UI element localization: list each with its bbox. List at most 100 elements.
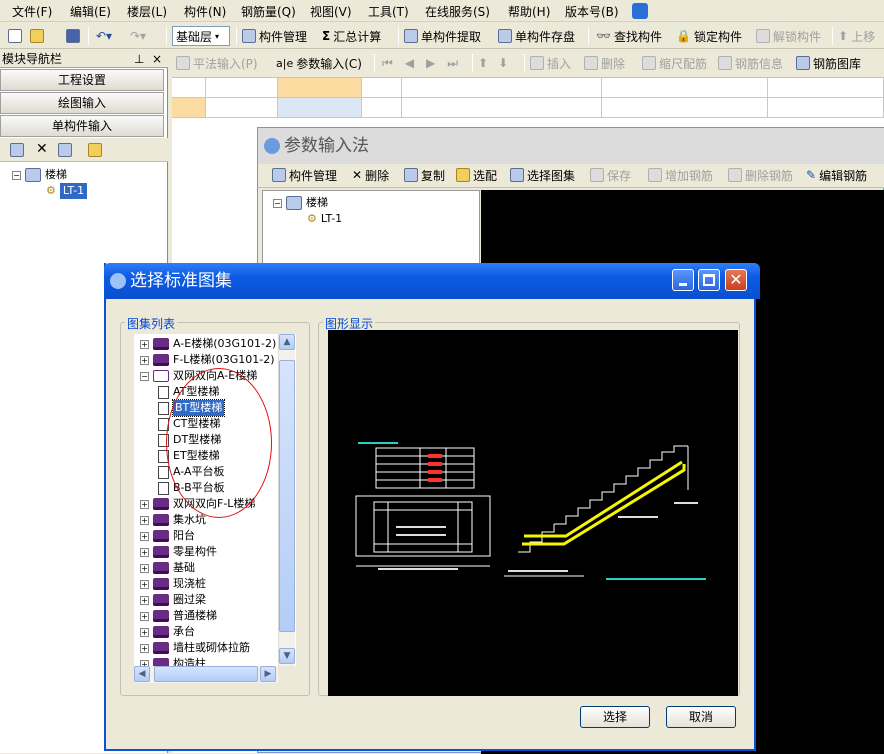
- app-logo-icon[interactable]: [632, 3, 648, 19]
- h-scroll-thumb[interactable]: [154, 666, 258, 682]
- atlas-tree-node[interactable]: + 普通楼梯: [140, 608, 217, 624]
- redo-icon[interactable]: ↷▾: [130, 27, 146, 45]
- menu-version[interactable]: 版本号(B): [565, 3, 619, 20]
- rebar-info-button[interactable]: 钢筋信息: [718, 54, 783, 72]
- menu-rebar-quantity[interactable]: 钢筋量(Q): [241, 3, 296, 20]
- scroll-left-icon[interactable]: ◀: [134, 666, 150, 682]
- paste-icon[interactable]: [88, 143, 102, 157]
- menu-component[interactable]: 构件(N): [184, 3, 226, 20]
- delete-x-icon[interactable]: ✕: [36, 141, 48, 157]
- scale-rebar-button[interactable]: 缩尺配筋: [642, 54, 707, 72]
- menu-floor[interactable]: 楼层(L): [127, 3, 167, 20]
- param-component-manage-button[interactable]: 构件管理: [272, 166, 337, 184]
- tree-horizontal-scrollbar[interactable]: ◀ ▶: [134, 666, 278, 683]
- atlas-tree-node[interactable]: + 零星构件: [140, 544, 217, 560]
- flat-input-button[interactable]: 平法输入(P): [176, 54, 258, 72]
- expand-icon[interactable]: +: [140, 499, 149, 509]
- delete-rebar-button[interactable]: 删除钢筋: [728, 166, 793, 184]
- expand-icon[interactable]: +: [140, 547, 149, 557]
- select-atlas-button[interactable]: 选择图集: [510, 166, 575, 184]
- expand-icon[interactable]: +: [140, 339, 149, 349]
- active-header-cell[interactable]: [278, 78, 362, 98]
- drawing-input-button[interactable]: 绘图输入: [0, 92, 164, 114]
- nav-tree-child[interactable]: ⚙ LT-1: [46, 183, 88, 199]
- lock-component-button[interactable]: 🔒 锁定构件: [676, 27, 742, 45]
- param-save-button[interactable]: 保存: [590, 166, 631, 184]
- close-button[interactable]: ✕: [725, 269, 747, 291]
- atlas-tree-node[interactable]: + 现浇桩: [140, 576, 206, 592]
- collapse-icon[interactable]: −: [273, 198, 282, 208]
- insert-button[interactable]: 插入: [530, 54, 571, 72]
- cancel-button[interactable]: 取消: [666, 706, 736, 728]
- next-record-icon[interactable]: ▶: [426, 56, 435, 70]
- collapse-icon[interactable]: −: [12, 170, 21, 180]
- menu-file[interactable]: 文件(F): [12, 3, 52, 20]
- scroll-up-icon[interactable]: ▲: [279, 334, 295, 350]
- expand-icon[interactable]: +: [140, 611, 149, 621]
- menu-help[interactable]: 帮助(H): [508, 3, 550, 20]
- component-manage-button[interactable]: 构件管理: [242, 27, 307, 45]
- minimize-button[interactable]: [672, 269, 694, 291]
- copy-icon[interactable]: [58, 143, 72, 157]
- atlas-tree-node[interactable]: + 阳台: [140, 528, 195, 544]
- active-row-cell[interactable]: [172, 98, 206, 118]
- find-component-button[interactable]: 👓 查找构件: [596, 27, 662, 45]
- collapse-icon[interactable]: −: [140, 371, 149, 381]
- atlas-tree-node[interactable]: + 圈过梁: [140, 592, 206, 608]
- save-disk-icon[interactable]: [66, 27, 80, 45]
- last-record-icon[interactable]: ⏭: [447, 56, 458, 71]
- expand-icon[interactable]: +: [140, 595, 149, 605]
- atlas-tree-node[interactable]: + 集水坑: [140, 512, 206, 528]
- expand-icon[interactable]: +: [140, 355, 149, 365]
- scroll-right-icon[interactable]: ▶: [260, 666, 276, 682]
- sum-calc-button[interactable]: Σ 汇总计算: [322, 27, 381, 45]
- param-tree-child[interactable]: ⚙ LT-1: [307, 211, 342, 227]
- menu-view[interactable]: 视图(V): [310, 3, 352, 20]
- project-settings-button[interactable]: 工程设置: [0, 69, 164, 91]
- param-tree-root[interactable]: − 楼梯: [273, 195, 328, 211]
- param-copy-button[interactable]: 复制: [404, 166, 445, 184]
- floor-select[interactable]: 基础层 ▾: [172, 26, 230, 46]
- add-rebar-button[interactable]: 增加钢筋: [648, 166, 713, 184]
- param-delete-button[interactable]: ✕ 删除: [352, 166, 389, 184]
- new-file-icon[interactable]: [8, 27, 22, 45]
- first-record-icon[interactable]: ⏮: [382, 56, 393, 71]
- scroll-thumb[interactable]: [279, 360, 295, 632]
- atlas-tree-node[interactable]: + 墙柱或砌体拉筋: [140, 640, 250, 656]
- single-extract-button[interactable]: 单构件提取: [404, 27, 481, 45]
- open-folder-icon[interactable]: [30, 27, 44, 45]
- atlas-tree-node[interactable]: + 构造柱: [140, 656, 206, 666]
- menu-edit[interactable]: 编辑(E): [70, 3, 111, 20]
- unlock-component-button[interactable]: 解锁构件: [756, 27, 821, 45]
- select-button[interactable]: 选择: [580, 706, 650, 728]
- row-down-icon[interactable]: ⬇: [498, 56, 508, 70]
- pin-icon[interactable]: ⊥: [134, 50, 144, 68]
- nav-close-icon[interactable]: ×: [152, 50, 162, 68]
- row-up-icon[interactable]: ⬆: [478, 56, 488, 70]
- single-input-button[interactable]: 单构件输入: [0, 115, 164, 137]
- edit-rebar-button[interactable]: ✎ 编辑钢筋: [806, 166, 867, 184]
- expand-icon[interactable]: +: [140, 579, 149, 589]
- selected-cell[interactable]: [278, 98, 362, 118]
- expand-icon[interactable]: +: [140, 515, 149, 525]
- param-select-match-button[interactable]: 选配: [456, 166, 497, 184]
- scroll-down-icon[interactable]: ▼: [279, 648, 295, 664]
- menu-tools[interactable]: 工具(T): [368, 3, 409, 20]
- move-up-button[interactable]: ⬆ 上移: [838, 27, 875, 45]
- expand-icon[interactable]: +: [140, 563, 149, 573]
- atlas-tree-node[interactable]: + A-E楼梯(03G101-2): [140, 336, 276, 352]
- expand-icon[interactable]: +: [140, 531, 149, 541]
- maximize-button[interactable]: [698, 269, 720, 291]
- undo-icon[interactable]: ↶▾: [96, 27, 112, 45]
- expand-icon[interactable]: +: [140, 643, 149, 653]
- param-input-button[interactable]: a|e 参数输入(C): [276, 54, 362, 72]
- rebar-library-button[interactable]: 钢筋图库: [796, 54, 861, 72]
- prev-record-icon[interactable]: ◀: [405, 56, 414, 70]
- atlas-tree-node[interactable]: + F-L楼梯(03G101-2): [140, 352, 275, 368]
- nav-tree-root[interactable]: − 楼梯: [12, 167, 67, 183]
- atlas-tree-node[interactable]: + 承台: [140, 624, 195, 640]
- expand-icon[interactable]: +: [140, 627, 149, 637]
- atlas-tree-node[interactable]: + 基础: [140, 560, 195, 576]
- list-icon[interactable]: [10, 143, 24, 157]
- delete-row-button[interactable]: 删除: [584, 54, 625, 72]
